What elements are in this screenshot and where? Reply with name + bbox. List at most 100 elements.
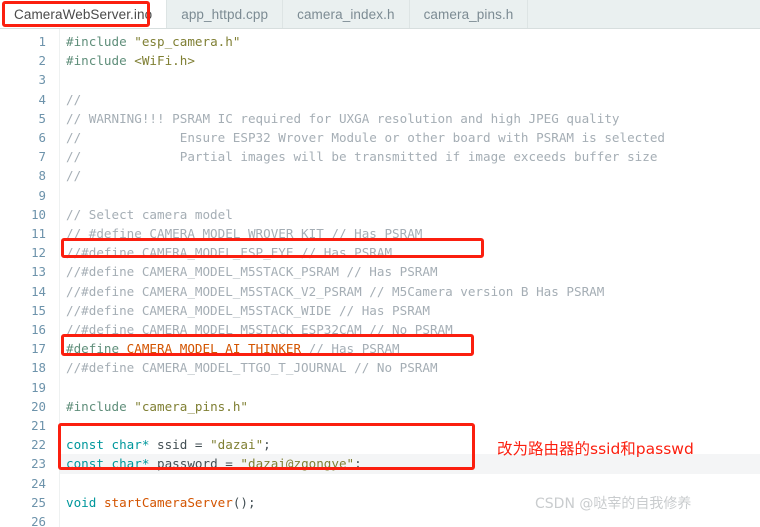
line-number: 12 xyxy=(31,245,46,261)
code-line[interactable]: 15 //#define CAMERA_MODEL_M5STACK_WIDE //… xyxy=(0,301,760,320)
line-number: 7 xyxy=(38,149,46,165)
line-source-text: // Partial images will be transmitted if… xyxy=(66,147,657,166)
code-line[interactable]: 9 xyxy=(0,186,760,205)
code-token: const char* xyxy=(66,437,150,453)
line-number: 1 xyxy=(38,34,46,49)
line-number: 18 xyxy=(31,360,46,376)
tab-camera-index-h[interactable]: camera_index.h xyxy=(283,0,410,28)
line-source-text: #define CAMERA_MODEL_AI_THINKER // Has P… xyxy=(66,339,400,358)
code-token: #define xyxy=(66,341,127,357)
code-token: // WARNING!!! PSRAM IC required for UXGA… xyxy=(66,110,620,126)
line-number: 21 xyxy=(31,418,46,433)
line-source-text: #include <WiFi.h> xyxy=(66,51,195,70)
code-line[interactable]: 1 #include "esp_camera.h" xyxy=(0,32,760,51)
code-token: ; xyxy=(263,437,271,453)
code-token: //#define CAMERA_MODEL_M5STACK_V2_PSRAM … xyxy=(66,283,605,299)
tab-label: camera_index.h xyxy=(297,6,395,22)
code-token: //#define CAMERA_MODEL_M5STACK_ESP32CAM … xyxy=(66,322,453,337)
line-source-text: // Ensure ESP32 Wrover Module or other b… xyxy=(66,128,665,147)
line-source-text: #include "camera_pins.h" xyxy=(66,397,248,416)
code-token: "camera_pins.h" xyxy=(134,398,248,414)
line-number: 17 xyxy=(31,341,46,357)
code-line[interactable]: 13 //#define CAMERA_MODEL_M5STACK_PSRAM /… xyxy=(0,262,760,281)
line-number: 23 xyxy=(31,456,46,472)
line-number: 13 xyxy=(31,264,46,280)
line-source-text: const char* password = "dazai@zgongye"; xyxy=(66,454,362,473)
line-number: 4 xyxy=(38,91,46,107)
code-line[interactable]: 7 // Partial images will be transmitted i… xyxy=(0,147,760,166)
code-line[interactable]: 17 #define CAMERA_MODEL_AI_THINKER // Has… xyxy=(0,339,760,358)
line-source-text: void startCameraServer(); xyxy=(66,493,256,512)
line-number: 14 xyxy=(31,283,46,299)
code-token: <WiFi.h> xyxy=(134,53,195,69)
code-line[interactable]: 24 xyxy=(0,474,760,493)
line-source-text: // xyxy=(66,90,81,109)
code-token: ; xyxy=(354,456,362,472)
csdn-watermark: CSDN @哒宰的自我修养 xyxy=(535,496,692,512)
code-token: startCameraServer xyxy=(103,494,233,510)
tab-camerawebserver-ino[interactable]: CameraWebServer.ino xyxy=(0,0,168,28)
code-line[interactable]: 10 // Select camera model xyxy=(0,205,760,224)
annotation-note-text: 改为路由器的ssid和passwd xyxy=(497,440,694,458)
code-token: // Ensure ESP32 Wrover Module or other b… xyxy=(66,130,665,145)
code-token: // xyxy=(66,168,82,184)
line-source-text: const char* ssid = "dazai"; xyxy=(66,435,271,454)
code-line[interactable]: 5 // WARNING!!! PSRAM IC required for UXG… xyxy=(0,109,760,128)
code-line[interactable]: 16 //#define CAMERA_MODEL_M5STACK_ESP32CA… xyxy=(0,320,760,339)
line-number: 10 xyxy=(31,206,46,222)
line-source-text: //#define CAMERA_MODEL_ESP_EYE // Has PS… xyxy=(66,243,392,262)
code-token: //#define CAMERA_MODEL_TTGO_T_JOURNAL //… xyxy=(66,360,438,376)
line-source-text: #include "esp_camera.h" xyxy=(66,32,240,51)
code-line[interactable]: 8 // xyxy=(0,166,760,185)
tab-app-httpd-cpp[interactable]: app_httpd.cpp xyxy=(167,0,284,28)
code-line[interactable]: 2 #include <WiFi.h> xyxy=(0,51,760,70)
code-token: // #define CAMERA_MODEL_WROVER_KIT // Ha… xyxy=(66,226,423,241)
line-source-text: //#define CAMERA_MODEL_TTGO_T_JOURNAL //… xyxy=(66,358,438,377)
code-token: ssid = xyxy=(149,437,211,453)
line-source-text: //#define CAMERA_MODEL_M5STACK_V2_PSRAM … xyxy=(66,282,604,301)
line-number: 5 xyxy=(38,110,46,126)
line-source-text: // xyxy=(66,166,81,185)
line-number: 11 xyxy=(31,226,46,241)
line-number: 6 xyxy=(38,130,46,145)
code-line[interactable]: 4 // xyxy=(0,90,760,109)
line-number: 9 xyxy=(38,187,46,203)
tab-camera-pins-h[interactable]: camera_pins.h xyxy=(410,0,529,28)
code-token: const char* xyxy=(66,456,150,472)
line-source-text: //#define CAMERA_MODEL_M5STACK_ESP32CAM … xyxy=(66,320,453,339)
code-line[interactable]: 20 #include "camera_pins.h" xyxy=(0,397,760,416)
line-number: 25 xyxy=(31,494,46,510)
code-line[interactable]: 6 // Ensure ESP32 Wrover Module or other … xyxy=(0,128,760,147)
code-line[interactable]: 18 //#define CAMERA_MODEL_TTGO_T_JOURNAL … xyxy=(0,358,760,377)
line-number: 19 xyxy=(31,379,46,395)
code-token: CAMERA_MODEL_AI_THINKER xyxy=(126,341,302,357)
line-number: 16 xyxy=(31,322,46,337)
line-number: 3 xyxy=(38,72,46,88)
code-line[interactable]: 26 xyxy=(0,512,760,527)
code-line[interactable]: 3 xyxy=(0,70,760,89)
code-token: password = xyxy=(149,456,241,472)
code-token: //#define CAMERA_MODEL_M5STACK_PSRAM // … xyxy=(66,264,438,280)
tab-label: CameraWebServer.ino xyxy=(14,6,153,22)
line-number: 24 xyxy=(31,475,46,491)
code-token: // Has PSRAM xyxy=(301,341,400,357)
code-line[interactable]: 21 xyxy=(0,416,760,435)
line-source-text: // WARNING!!! PSRAM IC required for UXGA… xyxy=(66,109,620,128)
code-token: #include xyxy=(66,398,135,414)
tab-label: camera_pins.h xyxy=(423,6,514,22)
line-source-text: // #define CAMERA_MODEL_WROVER_KIT // Ha… xyxy=(66,224,422,243)
code-token: "dazai@zgongye" xyxy=(240,456,355,472)
code-token: "dazai" xyxy=(210,437,264,453)
line-source-text: // Select camera model xyxy=(66,205,233,224)
line-number: 2 xyxy=(38,53,46,69)
code-line[interactable]: 14 //#define CAMERA_MODEL_M5STACK_V2_PSRA… xyxy=(0,282,760,301)
code-token: //#define CAMERA_MODEL_ESP_EYE // Has PS… xyxy=(66,245,393,261)
editor-tab-bar: CameraWebServer.ino app_httpd.cpp camera… xyxy=(0,0,760,29)
code-line[interactable]: 12 //#define CAMERA_MODEL_ESP_EYE // Has … xyxy=(0,243,760,262)
code-token: #include xyxy=(66,53,135,69)
code-token: //#define CAMERA_MODEL_M5STACK_WIDE // H… xyxy=(66,302,430,318)
code-token: #include xyxy=(66,34,135,49)
code-line[interactable]: 11 // #define CAMERA_MODEL_WROVER_KIT // … xyxy=(0,224,760,243)
code-line[interactable]: 19 xyxy=(0,378,760,397)
